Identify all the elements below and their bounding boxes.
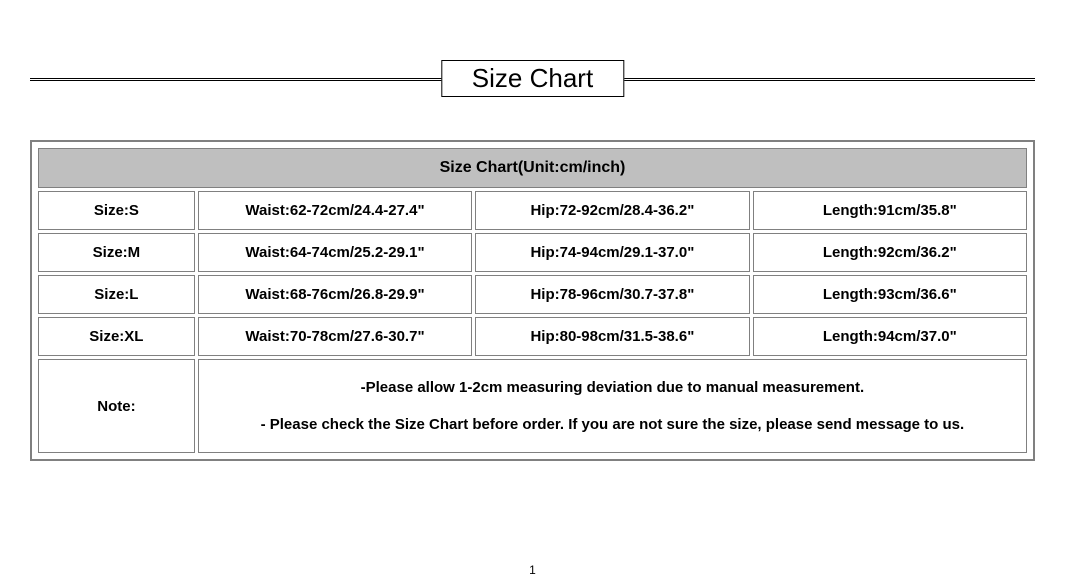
length-cell: Length:93cm/36.6"	[753, 275, 1027, 314]
table-header: Size Chart(Unit:cm/inch)	[38, 148, 1027, 188]
page-number: 1	[0, 563, 1065, 577]
waist-cell: Waist:70-78cm/27.6-30.7"	[198, 317, 472, 356]
size-cell: Size:S	[38, 191, 195, 230]
table-row: Size:L Waist:68-76cm/26.8-29.9" Hip:78-9…	[38, 275, 1027, 314]
note-row: Note: -Please allow 1-2cm measuring devi…	[38, 359, 1027, 453]
size-cell: Size:L	[38, 275, 195, 314]
note-text: -Please allow 1-2cm measuring deviation …	[198, 359, 1027, 453]
header: Size Chart	[30, 50, 1035, 110]
hip-cell: Hip:74-94cm/29.1-37.0"	[475, 233, 749, 272]
table-wrapper: Size Chart(Unit:cm/inch) Size:S Waist:62…	[30, 140, 1035, 461]
size-chart-table: Size Chart(Unit:cm/inch) Size:S Waist:62…	[35, 145, 1030, 456]
note-line: - Please check the Size Chart before ord…	[207, 411, 1018, 438]
page-container: Size Chart Size Chart(Unit:cm/inch) Size…	[0, 0, 1065, 585]
size-cell: Size:XL	[38, 317, 195, 356]
table-row: Size:XL Waist:70-78cm/27.6-30.7" Hip:80-…	[38, 317, 1027, 356]
hip-cell: Hip:80-98cm/31.5-38.6"	[475, 317, 749, 356]
size-cell: Size:M	[38, 233, 195, 272]
hip-cell: Hip:72-92cm/28.4-36.2"	[475, 191, 749, 230]
table-header-row: Size Chart(Unit:cm/inch)	[38, 148, 1027, 188]
table-row: Size:M Waist:64-74cm/25.2-29.1" Hip:74-9…	[38, 233, 1027, 272]
note-line: -Please allow 1-2cm measuring deviation …	[207, 374, 1018, 401]
waist-cell: Waist:68-76cm/26.8-29.9"	[198, 275, 472, 314]
length-cell: Length:91cm/35.8"	[753, 191, 1027, 230]
table-row: Size:S Waist:62-72cm/24.4-27.4" Hip:72-9…	[38, 191, 1027, 230]
waist-cell: Waist:62-72cm/24.4-27.4"	[198, 191, 472, 230]
note-label: Note:	[38, 359, 195, 453]
hip-cell: Hip:78-96cm/30.7-37.8"	[475, 275, 749, 314]
length-cell: Length:94cm/37.0"	[753, 317, 1027, 356]
length-cell: Length:92cm/36.2"	[753, 233, 1027, 272]
page-title: Size Chart	[441, 60, 624, 97]
waist-cell: Waist:64-74cm/25.2-29.1"	[198, 233, 472, 272]
